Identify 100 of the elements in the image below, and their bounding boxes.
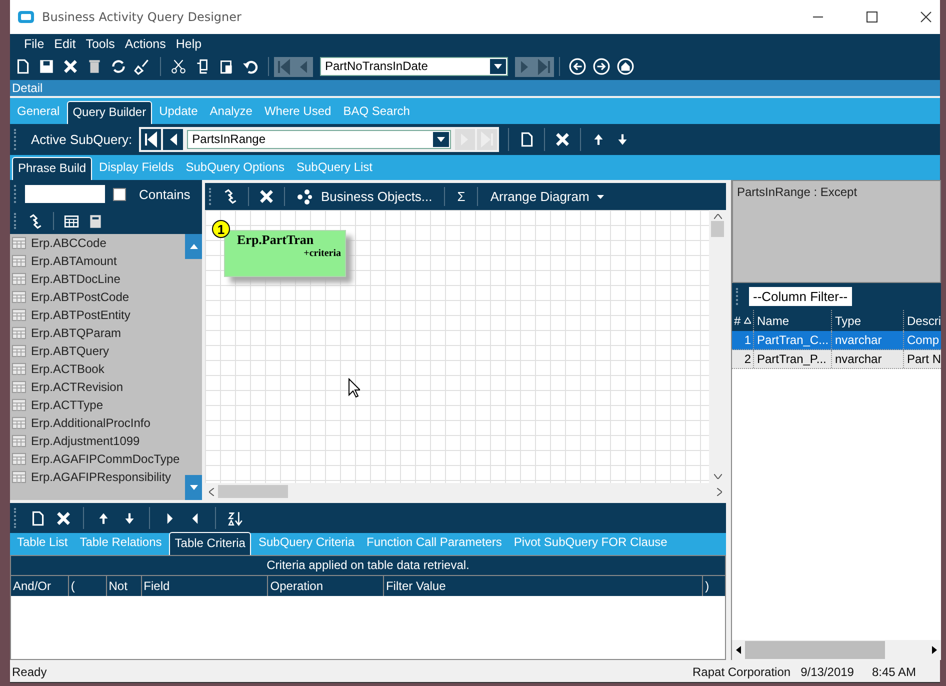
contains-label: Contains: [139, 186, 190, 202]
delete-icon[interactable]: [554, 131, 572, 148]
table-list-item[interactable]: Erp.AGAFIPResponsibility: [10, 468, 185, 486]
table-list-item[interactable]: Erp.ABTAmount: [10, 252, 185, 270]
business-objects-button[interactable]: Business Objects...: [294, 188, 436, 204]
link-icon[interactable]: [27, 212, 44, 230]
status-time: 8:45 AM: [872, 664, 916, 678]
mouse-pointer-icon: [348, 378, 360, 398]
tab[interactable]: Phrase Build: [12, 157, 92, 180]
delete-icon[interactable]: [258, 188, 275, 205]
table-icon: [12, 309, 26, 321]
table-list-item[interactable]: Erp.ACTBook: [10, 360, 185, 378]
sort-icon[interactable]: [227, 510, 244, 526]
table-list-item[interactable]: Erp.AGAFIPCommDocType: [10, 450, 185, 468]
node-title: Erp.PartTran: [237, 232, 315, 248]
caret-icon: [597, 194, 604, 198]
table-node[interactable]: Erp.PartTran +criteria: [224, 230, 346, 277]
table-list-item[interactable]: Erp.ACTRevision: [10, 378, 185, 396]
undo-icon[interactable]: [242, 58, 259, 75]
horizontal-scrollbar[interactable]: [732, 640, 941, 660]
table-list-item[interactable]: Erp.Adjustment1099: [10, 432, 185, 450]
node-number-badge: 1: [212, 220, 230, 238]
query-id-dropdown[interactable]: PartNoTransInDate: [320, 57, 508, 76]
field-row[interactable]: 2 PartTran_P... nvarchar Part N: [732, 350, 941, 369]
menu-item[interactable]: Help: [176, 36, 202, 50]
first-record-icon[interactable]: [141, 129, 162, 150]
table-list-item[interactable]: Erp.ABCCode: [10, 234, 185, 252]
nodes-icon: [297, 188, 313, 204]
left-arrow-icon[interactable]: [736, 646, 741, 654]
table-cell-text: Comp: [906, 332, 940, 349]
column-header[interactable]: Filter Value: [384, 576, 704, 596]
home-icon[interactable]: [617, 58, 634, 75]
table-icon: [12, 435, 26, 447]
diagram-canvas[interactable]: Erp.PartTran +criteria 1: [205, 210, 709, 483]
column-header[interactable]: Operation: [268, 576, 384, 596]
table-list-item[interactable]: Erp.AdditionalProcInfo: [10, 414, 185, 432]
column-header[interactable]: ): [703, 576, 725, 596]
scrollbar-thumb[interactable]: [745, 641, 885, 659]
table-icon: [12, 417, 26, 429]
previous-record-icon[interactable]: [163, 129, 184, 150]
contains-checkbox[interactable]: [113, 188, 126, 200]
menu-item[interactable]: Actions: [124, 36, 166, 50]
cut-icon[interactable]: [170, 58, 187, 75]
table-list-item[interactable]: Erp.ACTType: [10, 396, 185, 414]
table-icon: [12, 471, 26, 483]
scrollbar-thumb[interactable]: [218, 485, 288, 498]
link-icon[interactable]: [222, 188, 239, 205]
app-icon: [18, 11, 34, 23]
column-header[interactable]: Field: [142, 576, 268, 596]
tab[interactable]: Table Criteria: [168, 532, 252, 555]
column-header[interactable]: Descri: [904, 310, 941, 331]
table-list-item[interactable]: Erp.ABTPostCode: [10, 288, 185, 306]
table-icon: [12, 363, 26, 375]
caret-icon: [437, 137, 446, 142]
broom-icon[interactable]: [134, 58, 151, 75]
status-text: Ready: [12, 664, 47, 678]
table-icon: [12, 291, 26, 303]
table-list-item[interactable]: Erp.ABTPostEntity: [10, 306, 185, 324]
save-icon[interactable]: [38, 58, 55, 75]
field-row[interactable]: 1 PartTran_C... nvarchar Comp: [732, 331, 941, 350]
next-record-icon[interactable]: [515, 56, 535, 76]
last-record-icon[interactable]: [534, 56, 554, 76]
paste-icon[interactable]: [218, 58, 235, 75]
scrollbar-thumb[interactable]: [711, 221, 724, 237]
table-cell: PartTran_P...: [754, 350, 832, 368]
menu-item[interactable]: File: [24, 36, 44, 50]
delete-icon[interactable]: [55, 510, 72, 526]
column-header[interactable]: (: [68, 576, 107, 596]
table-icon: [12, 327, 26, 339]
table-icon: [12, 273, 26, 285]
detail-label: Detail: [12, 81, 43, 95]
table-search-field[interactable]: [25, 185, 105, 203]
table-cell: 1: [732, 331, 754, 349]
sort-triangle-icon: [744, 317, 751, 324]
criteria-caption: Criteria applied on table data retrieval.: [11, 556, 725, 575]
menu-item[interactable]: Tools: [86, 36, 115, 50]
delete-icon[interactable]: [62, 58, 79, 75]
subquery-dropdown[interactable]: PartsInRange: [187, 130, 452, 149]
table-cell: nvarchar: [832, 350, 904, 368]
column-filter-field[interactable]: --Column Filter--: [749, 287, 852, 306]
refresh-icon[interactable]: [110, 58, 127, 75]
table-list-item[interactable]: Erp.ABTDocLine: [10, 270, 185, 288]
trash-icon[interactable]: [86, 58, 103, 75]
close-icon[interactable]: [920, 11, 932, 23]
maximize-icon[interactable]: [866, 11, 878, 23]
column-header[interactable]: Not: [106, 576, 142, 596]
sum-button[interactable]: Σ: [454, 189, 468, 204]
subquery-label: Active SubQuery:: [31, 132, 132, 147]
right-arrow-icon[interactable]: [932, 646, 937, 654]
column-header[interactable]: And/Or: [11, 576, 69, 596]
arrange-diagram-button[interactable]: Arrange Diagram: [487, 189, 608, 204]
table-list-item[interactable]: Erp.ABTQuery: [10, 342, 185, 360]
status-date: 9/13/2019: [800, 664, 854, 678]
table-icon[interactable]: [63, 212, 80, 230]
tab[interactable]: Query Builder: [66, 101, 152, 124]
caret-icon: [494, 64, 502, 69]
table-list-item[interactable]: Erp.ABTQParam: [10, 324, 185, 342]
calculator-icon[interactable]: [87, 212, 104, 230]
menu-item[interactable]: Edit: [54, 36, 76, 50]
window-title: Business Activity Query Designer: [42, 10, 242, 24]
